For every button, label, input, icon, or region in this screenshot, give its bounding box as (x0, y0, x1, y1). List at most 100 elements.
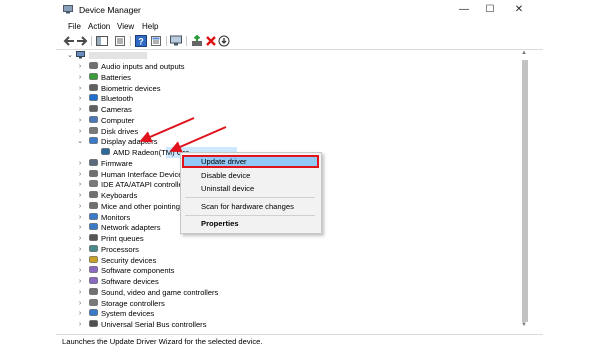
expand-chevron-icon[interactable]: › (76, 159, 84, 168)
scrollbar-thumb[interactable] (522, 60, 528, 322)
scroll-up-icon[interactable]: ▲ (521, 50, 527, 56)
keyboard-icon (89, 191, 98, 199)
list-view-icon[interactable] (114, 35, 126, 47)
help-icon[interactable]: ? (135, 35, 147, 47)
collapse-chevron-icon[interactable]: ⌄ (76, 137, 84, 146)
expand-chevron-icon[interactable]: › (76, 191, 84, 200)
forward-icon[interactable] (76, 35, 88, 47)
tree-item[interactable]: › Computer (56, 115, 516, 126)
component-icon (89, 266, 98, 274)
status-text: Launches the Update Driver Wizard for th… (62, 337, 263, 346)
expand-chevron-icon[interactable]: › (76, 299, 84, 308)
tree-item[interactable]: › Disk drives (56, 126, 516, 137)
context-uninstall-device[interactable]: Uninstall device (201, 184, 254, 193)
expand-chevron-icon[interactable]: › (76, 170, 84, 179)
expand-chevron-icon[interactable]: › (76, 213, 84, 222)
toolbar: ? (56, 33, 543, 49)
usb-icon (89, 320, 98, 328)
tree-item[interactable]: › Security devices (56, 255, 516, 266)
update-driver-icon[interactable] (191, 35, 203, 47)
expand-chevron-icon[interactable]: › (76, 288, 84, 297)
tree-item-label: IDE ATA/ATAPI controllers (101, 180, 190, 190)
expand-chevron-icon[interactable]: › (76, 202, 84, 211)
monitor-icon (89, 212, 98, 221)
tree-item-label: Keyboards (101, 191, 138, 200)
tree-item-label: Print queues (101, 234, 144, 243)
expand-chevron-icon[interactable]: › (76, 245, 84, 254)
system-icon (89, 309, 98, 317)
expand-chevron-icon[interactable]: › (76, 234, 84, 243)
expand-chevron-icon[interactable]: › (76, 94, 84, 103)
vertical-scrollbar[interactable]: ▲ ▼ (520, 50, 530, 332)
tree-item[interactable]: › Storage controllers (56, 298, 516, 309)
printer-icon (89, 234, 98, 242)
expand-chevron-icon[interactable]: › (76, 73, 84, 82)
monitor-icon (89, 137, 98, 145)
expand-chevron-icon[interactable]: › (76, 116, 84, 125)
tree-item[interactable]: › Print queues (56, 233, 516, 244)
tree-item[interactable]: › System devices (56, 308, 516, 319)
mouse-icon (89, 202, 98, 210)
collapse-chevron-icon[interactable]: ⌄ (66, 51, 74, 60)
tree-item-label: AMD Radeon(TM) Gra (113, 148, 190, 157)
context-disable-device[interactable]: Disable device (201, 171, 250, 180)
battery-icon (89, 73, 98, 81)
scroll-down-icon[interactable]: ▼ (521, 322, 527, 328)
tree-item[interactable]: › Universal Serial Bus controllers (56, 319, 516, 330)
expand-chevron-icon[interactable]: › (76, 320, 84, 329)
expand-chevron-icon[interactable]: › (76, 105, 84, 114)
expand-chevron-icon[interactable]: › (76, 256, 84, 265)
enable-device-icon[interactable] (218, 35, 230, 47)
tree-item-label: Mice and other pointing (101, 201, 180, 211)
tree-item[interactable]: › Batteries (56, 72, 516, 83)
uninstall-icon[interactable] (205, 35, 217, 47)
tree-item-label: Display adapters (101, 137, 158, 147)
expand-chevron-icon[interactable]: › (76, 127, 84, 136)
expand-chevron-icon[interactable]: › (76, 180, 84, 189)
menu-action[interactable]: Action (88, 22, 110, 31)
tree-item-label: Security devices (101, 255, 157, 265)
fingerprint-icon (89, 83, 98, 92)
tree-item[interactable]: › Sound, video and game controllers (56, 287, 516, 298)
tree-item-label: Cameras (101, 105, 132, 114)
disk-icon (89, 126, 98, 135)
tree-item[interactable]: › Bluetooth (56, 93, 516, 104)
tree-root[interactable]: ⌄ (56, 50, 516, 61)
tree-item[interactable]: › Audio inputs and outputs (56, 61, 516, 72)
chip-icon (89, 159, 98, 167)
tree-item-label: Software devices (101, 277, 159, 286)
tree-item-label: Disk drives (101, 126, 139, 136)
speaker-icon (89, 62, 98, 70)
tree-item[interactable]: › Software components (56, 265, 516, 276)
show-hide-console-icon[interactable] (96, 35, 108, 47)
maximize-button[interactable]: ☐ (481, 3, 499, 17)
expand-chevron-icon[interactable]: › (76, 62, 84, 71)
expand-chevron-icon[interactable]: › (76, 309, 84, 318)
close-button[interactable]: ✕ (510, 3, 528, 17)
tree-item[interactable]: › Cameras (56, 104, 516, 115)
tree-item[interactable]: › Biometric devices (56, 83, 516, 94)
window-title: Device Manager (79, 5, 141, 15)
scan-hardware-icon[interactable] (170, 35, 182, 47)
context-update-driver[interactable]: Update driver (201, 157, 247, 166)
properties-icon[interactable] (150, 35, 162, 47)
expand-chevron-icon[interactable]: › (76, 277, 84, 286)
context-properties[interactable]: Properties (201, 219, 239, 228)
tree-item[interactable]: › Software devices (56, 276, 516, 287)
expand-chevron-icon[interactable]: › (76, 266, 84, 275)
expand-chevron-icon[interactable]: › (76, 84, 84, 93)
tree-item[interactable]: ⌄ Display adapters (56, 136, 516, 147)
context-scan-hardware[interactable]: Scan for hardware changes (201, 202, 294, 211)
minimize-button[interactable]: — (455, 3, 473, 17)
menu-view[interactable]: View (117, 22, 134, 31)
back-icon[interactable] (63, 35, 75, 47)
menu-file[interactable]: File (68, 22, 81, 31)
tree-item-label: Processors (101, 244, 139, 254)
tree-item-label: Sound, video and game controllers (101, 287, 219, 297)
tree-item[interactable]: › Processors (56, 244, 516, 255)
camera-icon (89, 105, 98, 113)
title-bar: Device Manager — ☐ ✕ (56, 0, 543, 20)
device-manager-icon (63, 5, 73, 14)
menu-help[interactable]: Help (142, 22, 158, 31)
expand-chevron-icon[interactable]: › (76, 223, 84, 232)
